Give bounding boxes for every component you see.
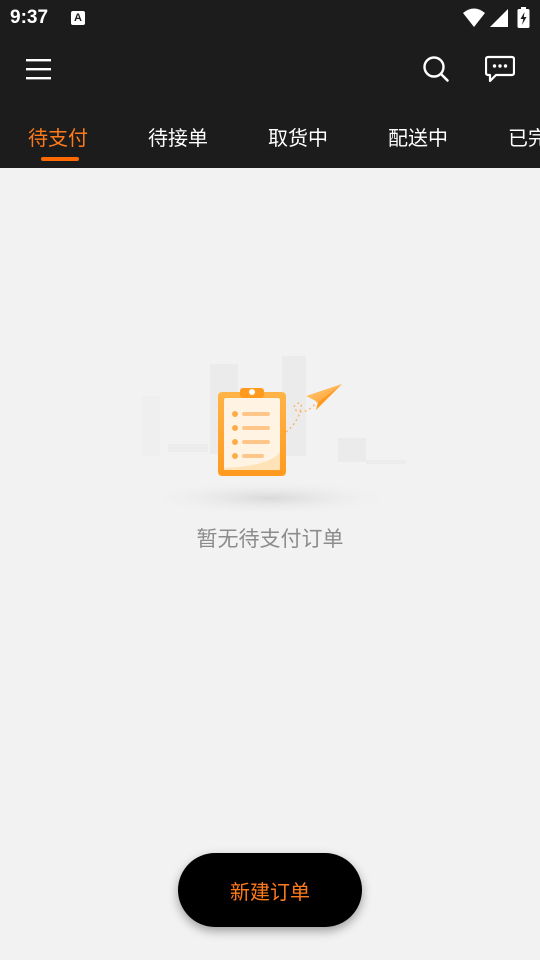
- tab-delivering[interactable]: 配送中: [388, 122, 448, 151]
- tab-pending-payment[interactable]: 待支付: [28, 122, 88, 151]
- empty-state-message: 暂无待支付订单: [196, 527, 344, 551]
- toolbar: [0, 36, 540, 102]
- clipboard-paper-plane-illustration: [140, 356, 406, 516]
- signal-icon: [490, 9, 508, 27]
- tab-picking-up[interactable]: 取货中: [268, 122, 328, 151]
- battery-charging-icon: [517, 7, 530, 28]
- app-header: 9:37 A 待支付 待接单 取货中 配送中 已完: [0, 0, 540, 168]
- status-time: 9:37: [10, 7, 49, 28]
- a-box-icon: A: [71, 11, 85, 25]
- new-order-button[interactable]: 新建订单: [178, 853, 362, 927]
- hamburger-menu-icon[interactable]: [17, 47, 61, 91]
- wifi-icon: [463, 8, 485, 27]
- tab-pending-acceptance[interactable]: 待接单: [148, 122, 208, 151]
- tab-completed[interactable]: 已完: [508, 122, 540, 151]
- status-bar: 9:37 A: [0, 0, 540, 36]
- active-tab-indicator: [41, 157, 79, 161]
- search-icon[interactable]: [414, 47, 458, 91]
- order-status-tabs: 待支付 待接单 取货中 配送中 已完: [0, 106, 540, 168]
- chat-bubble-icon[interactable]: [478, 47, 522, 91]
